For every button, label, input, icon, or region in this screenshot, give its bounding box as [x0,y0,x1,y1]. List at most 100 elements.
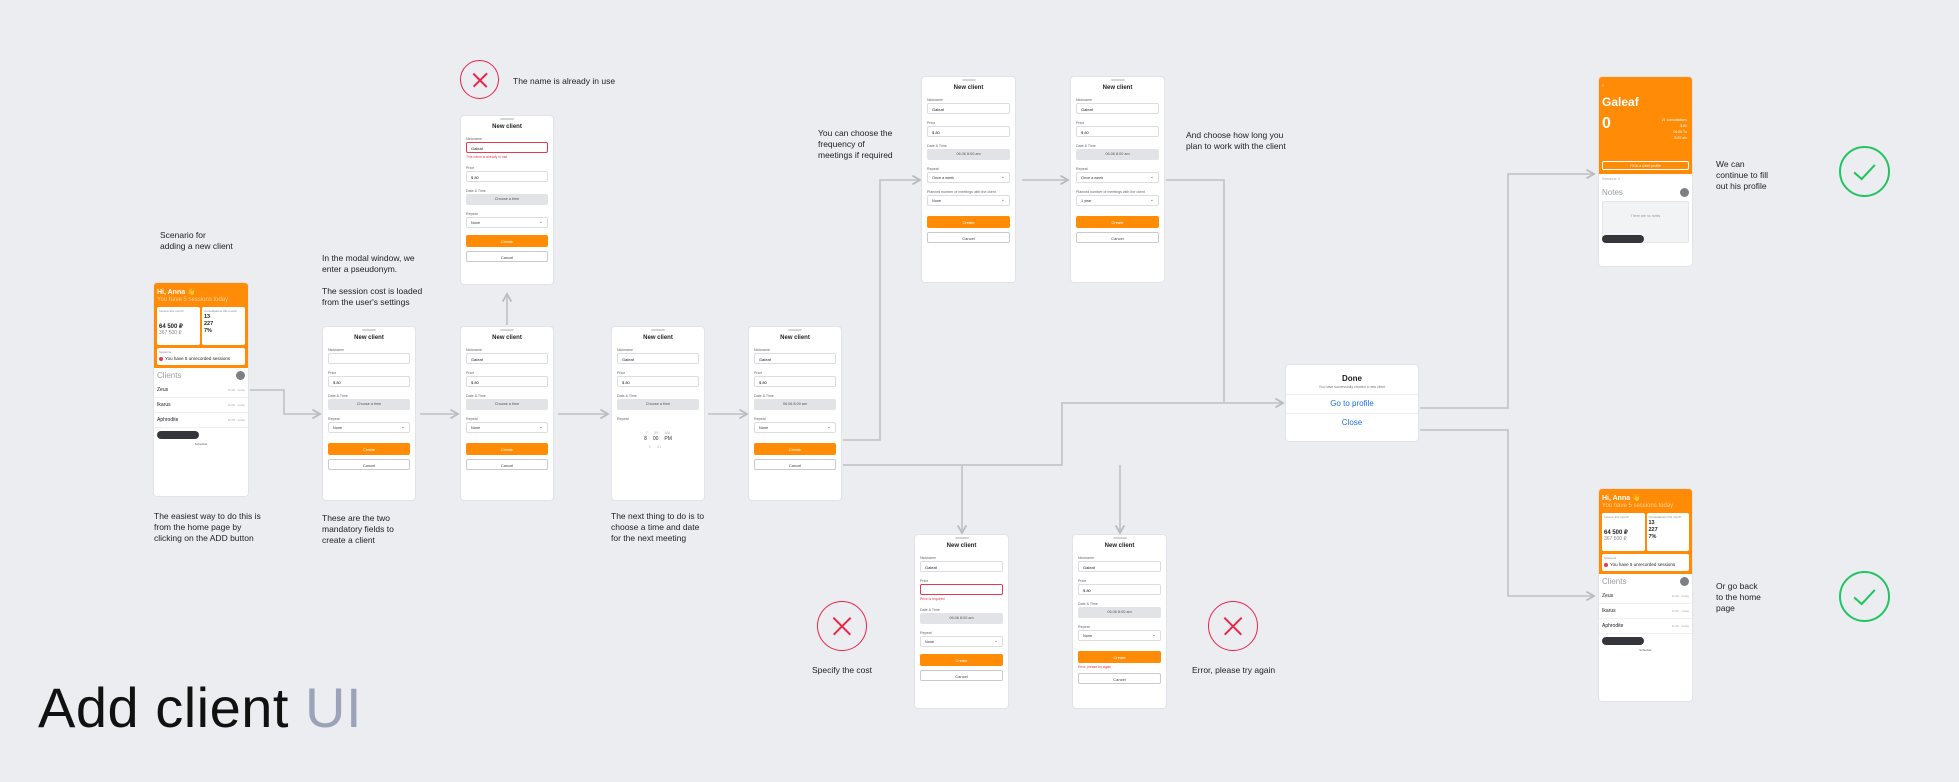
datetime-picker[interactable]: Choose a time [328,399,410,410]
nickname-input[interactable]: Galeaf [927,103,1010,114]
client-row[interactable]: Ikarus 11:00 · today [1599,604,1692,619]
error-x-icon [1208,601,1258,651]
name-error-text: This name is already in use [466,155,508,159]
sessions-card[interactable]: Sessions You have 5 unrecorded sessions [1602,554,1689,571]
greeting-subtitle: You have 5 sessions today [157,297,229,303]
cancel-button[interactable]: Cancel [754,459,836,470]
cancel-button[interactable]: Cancel [920,670,1003,681]
datetime-picker[interactable]: Choose a time [466,194,548,205]
price-input[interactable]: $ 80 [1078,584,1161,595]
datetime-picker[interactable]: 06.06 8:00 am [1076,149,1159,160]
planned-meetings-select[interactable]: None [927,195,1010,206]
datetime-picker[interactable]: 06.06 8:00 am [1078,607,1161,618]
greeting-subtitle: You have 5 sessions today [1602,503,1674,509]
arrow-done-to-home [1420,429,1596,602]
create-button[interactable]: Create [328,443,410,455]
nickname-input[interactable]: Galeaf [1078,561,1161,572]
client-row[interactable]: Zeus 11:00 · today [1599,589,1692,604]
consultations-card[interactable]: Consultations this month 13 227 7% [202,307,245,345]
price-input[interactable]: $ 80 [1076,126,1159,137]
new-client-form-duration: New client Nickname Galeaf Price $ 80 Da… [1071,77,1164,282]
profile-summary: 21 consultations $ 80 06.06 Tu 8:00 am [1661,118,1687,140]
repeat-select[interactable]: None [466,217,548,228]
client-row[interactable]: Aphrodite 11:00 · today [1599,619,1692,634]
nickname-input[interactable]: Galeaf [754,353,836,364]
cancel-button[interactable]: Cancel [466,459,548,470]
alert-dot-icon [159,356,163,361]
create-button[interactable]: Create [927,216,1010,228]
client-row[interactable]: Aphrodite 11:00 · today [154,413,248,428]
add-client-button[interactable] [236,371,245,380]
repeat-select[interactable]: Once a week [927,172,1010,183]
close-button[interactable]: Close [1286,414,1418,431]
time-wheel-picker[interactable]: 7 59 AM 8 00 PM 9 01 [612,429,704,450]
nickname-input[interactable]: Galeaf [920,561,1003,572]
nickname-input[interactable]: Galeaf [1076,103,1159,114]
nickname-input[interactable]: Galeaf [466,353,548,364]
note-continue-profile: We can continue to fill out his profile [1716,159,1768,191]
client-row[interactable]: Zeus 11:00 · today [154,383,248,398]
consultations-card[interactable]: Consultations this month 13 227 7% [1646,513,1689,551]
price-input[interactable]: $ 80 [466,376,548,387]
new-client-form-price-error: New client Nickname Galeaf Price Price i… [915,535,1008,708]
price-input[interactable]: $ 80 [466,171,548,182]
planned-meetings-select[interactable]: 1 year [1076,195,1159,206]
cancel-button[interactable]: Cancel [328,459,410,470]
nickname-input[interactable]: Galeaf [466,142,548,153]
nickname-input[interactable] [328,353,410,364]
alert-dot-icon [1604,562,1608,567]
bottom-nav[interactable] [157,431,199,439]
back-arrow-icon[interactable]: ‹ [1602,83,1689,89]
go-to-profile-button[interactable]: Go to profile [1286,395,1418,413]
repeat-select[interactable]: None [1078,630,1161,641]
client-row[interactable]: Ikarus 11:00 · today [154,398,248,413]
price-input[interactable] [920,584,1003,595]
arrow-duration-to-done [1166,179,1285,409]
create-button[interactable]: Create [466,443,548,455]
sessions-card[interactable]: Sessions You have 5 unrecorded sessions [157,348,245,365]
new-client-form-general-error: New client Nickname Galeaf Price $ 80 Da… [1073,535,1166,708]
new-client-form-date-set: New client Nickname Galeaf Price $ 80 Da… [749,327,841,500]
nickname-input[interactable]: Galeaf [617,353,699,364]
done-subtitle: You have successfully created a new clie… [1318,385,1386,389]
note-error-try: Error, please try again [1192,665,1276,675]
home-header: Hi, Anna 👋 You have 5 sessions today Inc… [1599,489,1692,574]
price-input[interactable]: $ 80 [617,376,699,387]
bottom-nav[interactable] [1602,637,1644,645]
datetime-picker[interactable]: 06.06 8:00 am [920,613,1003,624]
cancel-button[interactable]: Cancel [1076,232,1159,243]
create-button[interactable]: Create [754,443,836,455]
add-client-button[interactable] [1680,577,1689,586]
add-note-button[interactable] [1680,188,1689,197]
datetime-picker[interactable]: Choose a time [466,399,548,410]
income-card[interactable]: Income this month 64 500 ₽ 367 500 ₽ [157,307,200,345]
price-input[interactable]: $ 80 [328,376,410,387]
repeat-select[interactable]: None [466,422,548,433]
income-card[interactable]: Income this month 64 500 ₽ 367 500 ₽ [1602,513,1645,551]
create-button[interactable]: Create [466,235,548,247]
bottom-nav[interactable] [1602,235,1644,243]
cancel-button[interactable]: Cancel [927,232,1010,243]
page-title-accent: UI [305,676,362,739]
done-title: Done [1342,374,1362,383]
cancel-button[interactable]: Cancel [466,251,548,262]
note-next-thing: The next thing to do is to choose a time… [611,511,705,543]
datetime-picker[interactable]: 06.06 8:00 am [754,399,836,410]
create-button[interactable]: Create [920,654,1003,666]
price-input[interactable]: $ 80 [927,126,1010,137]
datetime-picker[interactable]: Choose a time [617,399,699,410]
repeat-select[interactable]: None [920,636,1003,647]
arrow-done-to-profile [1420,168,1596,409]
create-button[interactable]: Create [1078,651,1161,663]
cancel-button[interactable]: Cancel [1078,673,1161,684]
datetime-picker[interactable]: 06.06 8:00 am [927,149,1010,160]
create-button[interactable]: Create [1076,216,1159,228]
repeat-select[interactable]: None [328,422,410,433]
price-input[interactable]: $ 80 [754,376,836,387]
notes-header: Notes [1599,181,1692,199]
repeat-select[interactable]: Once a week [1076,172,1159,183]
repeat-select[interactable]: None [754,422,836,433]
greeting: Hi, Anna 👋 [157,289,196,296]
fill-profile-button[interactable]: Fill in a client profile [1602,161,1689,170]
success-check-icon [1839,146,1890,197]
